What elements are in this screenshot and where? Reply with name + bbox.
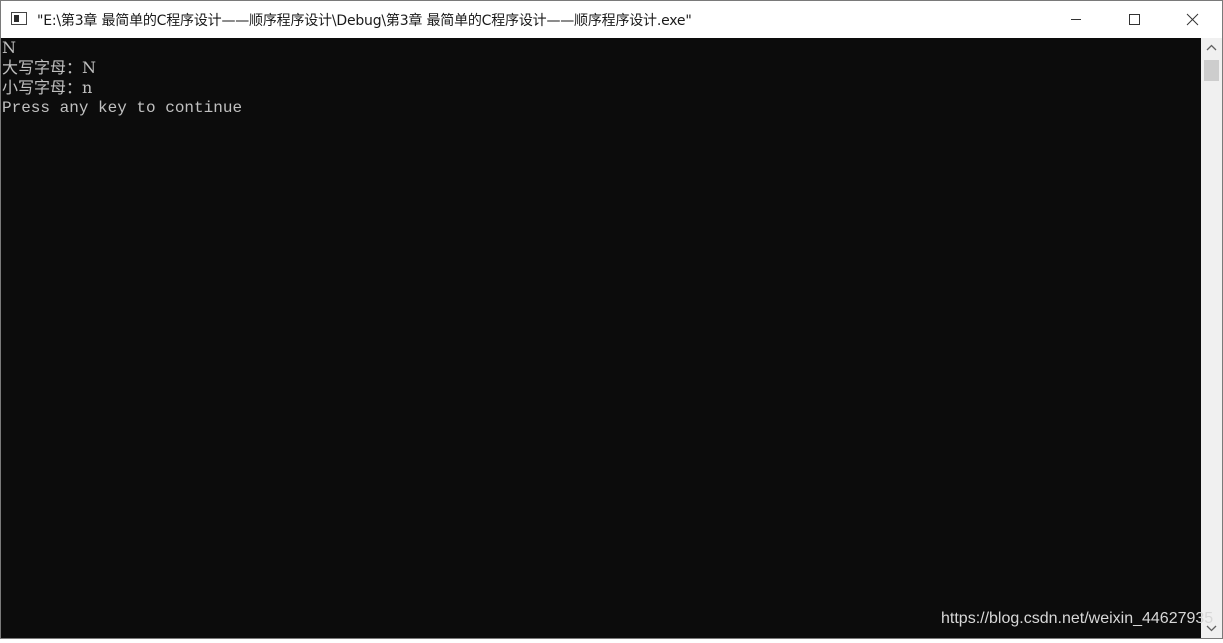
console-line: 大写字母：N [2, 58, 97, 77]
window-title: "E:\第3章 最简单的C程序设计——顺序程序设计\Debug\第3章 最简单的… [37, 13, 692, 29]
console-output-area[interactable]: N 大写字母：N 小写字母：n Press any key to continu… [1, 38, 1201, 638]
maximize-button[interactable] [1105, 1, 1163, 38]
close-button[interactable] [1163, 1, 1221, 38]
console-line: N [2, 38, 16, 57]
chevron-up-icon [1206, 44, 1217, 51]
console-window: "E:\第3章 最简单的C程序设计——顺序程序设计\Debug\第3章 最简单的… [0, 0, 1223, 639]
scroll-up-button[interactable] [1201, 38, 1222, 58]
minimize-icon [1071, 19, 1081, 20]
close-icon [1186, 13, 1199, 26]
maximize-icon [1129, 14, 1140, 25]
watermark-url: https://blog.csdn.net/weixin_44627935 [941, 610, 1214, 627]
console-line: 小写字母：n [2, 78, 93, 97]
scroll-thumb[interactable] [1204, 60, 1219, 81]
console-app-icon[interactable] [11, 12, 27, 25]
console-line: Press any key to continue [2, 99, 243, 117]
vertical-scrollbar[interactable] [1201, 38, 1222, 638]
minimize-button[interactable] [1047, 1, 1105, 38]
title-bar[interactable]: "E:\第3章 最简单的C程序设计——顺序程序设计\Debug\第3章 最简单的… [1, 1, 1222, 38]
